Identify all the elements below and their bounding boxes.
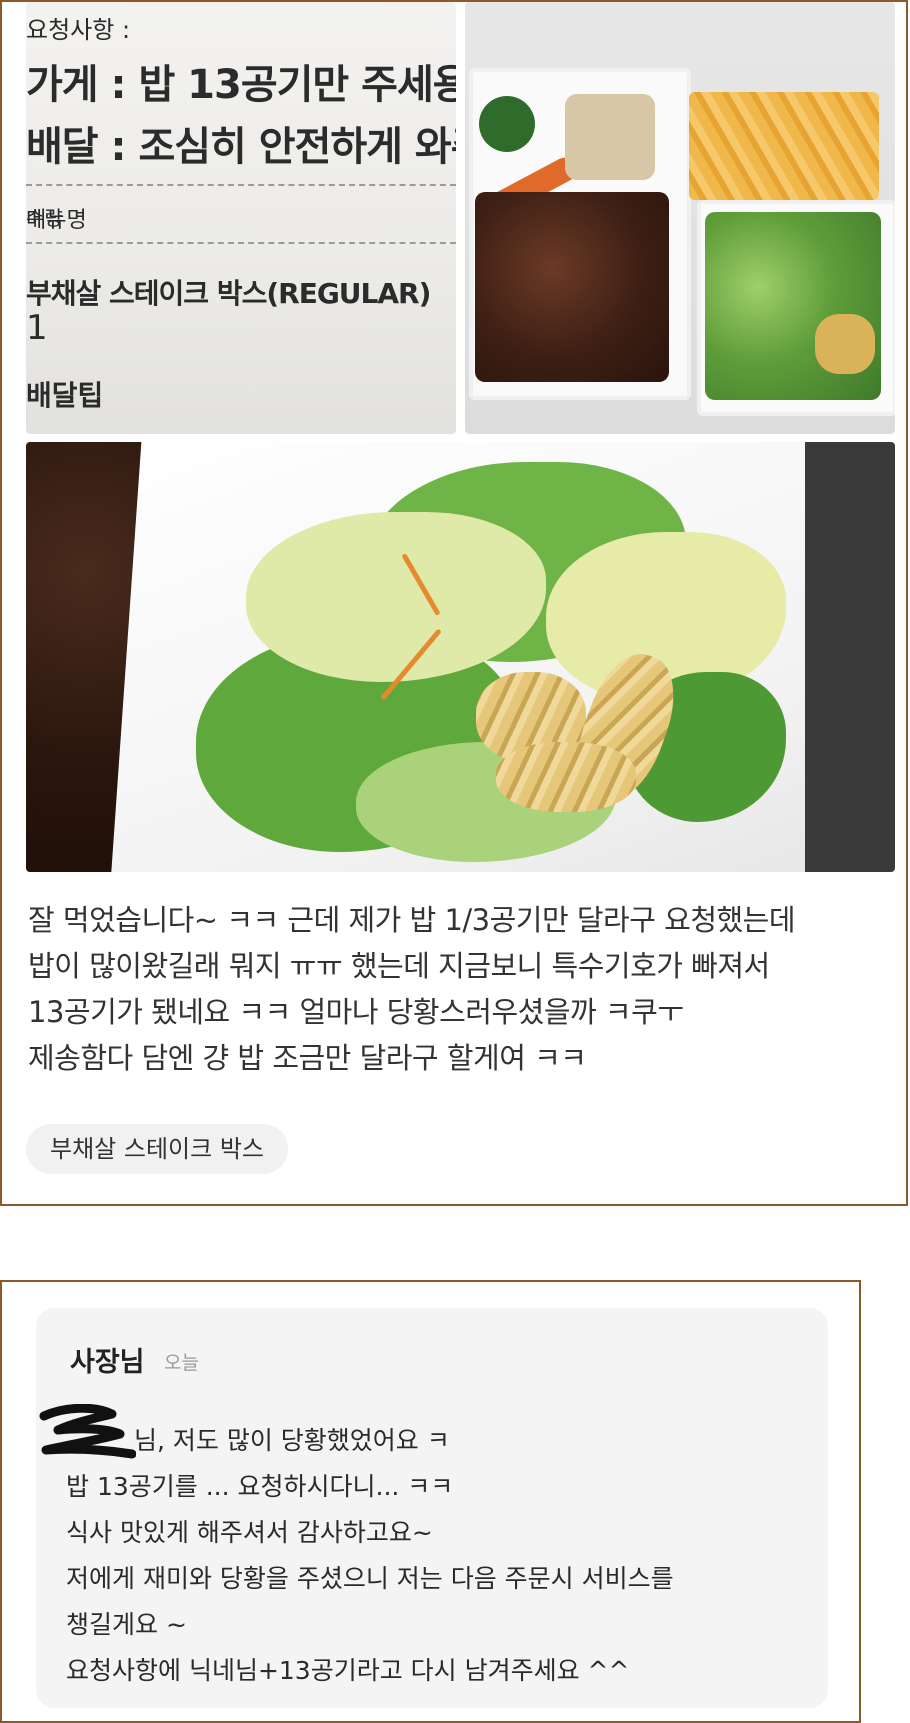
owner-reply-card: 사장님 오늘 님, 저도 많이 당황했었어요 ㅋ 밥 13공기를 ... 요청하… — [0, 1280, 861, 1723]
reply-line: 식사 맛있게 해주셔서 감사하고요~ — [66, 1518, 433, 1547]
review-line: 제송함다 담엔 걍 밥 조금만 달라구 할게여 ㅋㅋ — [28, 1041, 587, 1075]
receipt-qty: 1 — [26, 308, 48, 348]
fries — [689, 92, 879, 200]
reply-line: 밥 13공기를 ... 요청하시다니... ㅋㅋ — [66, 1472, 454, 1501]
receipt-delivery-tip: 배달팁 — [26, 379, 104, 412]
salad-photo[interactable] — [26, 442, 895, 872]
review-line: 밥이 많이왔길래 뭐지 ㅠㅠ 했는데 지금보니 특수기호가 빠져서 — [28, 949, 770, 983]
review-line: 잘 먹었습니다~ ㅋㅋ 근데 제가 밥 1/3공기만 달라구 요청했는데 — [28, 903, 796, 937]
reply-line: 요청사항에 닉네님+13공기라고 다시 남겨주세요 ^^ — [66, 1656, 630, 1685]
receipt-divider — [26, 184, 456, 186]
receipt-item: 부채살 스테이크 박스(REGULAR) — [26, 277, 431, 310]
receipt-delivery-request: 배달 : 조심히 안전하게 와주세요 — [26, 124, 456, 170]
review-line: 13공기가 됐네요 ㅋㅋ 얼마나 당황스러우셨을까 ㅋ쿠ㅜ — [28, 995, 684, 1029]
menu-tag[interactable]: 부채살 스테이크 박스 — [26, 1124, 288, 1174]
reply-line: 챙길게요 ~ — [66, 1610, 187, 1639]
receipt-request-title: 요청사항 : — [26, 16, 131, 44]
roasted-vegetables — [565, 94, 655, 180]
review-text: 잘 먹었습니다~ ㅋㅋ 근데 제가 밥 1/3공기만 달라구 요청했는데 밥이 … — [28, 897, 888, 1081]
receipt-photo[interactable]: 요청사항 : 가게 : 밥 13공기만 주세용 배달 : 조심히 안전하게 와주… — [26, 2, 456, 434]
receipt-qty-header: 수량 — [26, 206, 63, 230]
receipt-store-request: 가게 : 밥 13공기만 주세용 — [26, 62, 456, 108]
reply-text: 님, 저도 많이 당황했었어요 ㅋ 밥 13공기를 ... 요청하시다니... … — [66, 1418, 674, 1694]
pasta — [815, 314, 875, 374]
steak — [475, 192, 669, 382]
review-card: 요청사항 : 가게 : 밥 13공기만 주세용 배달 : 조심히 안전하게 와주… — [0, 0, 908, 1206]
fusilli — [496, 742, 636, 812]
broccoli — [479, 96, 535, 152]
background-dark — [805, 442, 895, 872]
reply-line: 저에게 재미와 당황을 주셨으니 저는 다음 주문시 서비스를 — [66, 1564, 674, 1593]
reply-bubble: 사장님 오늘 님, 저도 많이 당황했었어요 ㅋ 밥 13공기를 ... 요청하… — [36, 1308, 828, 1708]
receipt-divider — [26, 242, 456, 244]
reply-author: 사장님 — [70, 1347, 145, 1378]
steak-box-photo[interactable] — [465, 2, 895, 434]
reply-line: 님, 저도 많이 당황했었어요 ㅋ — [134, 1426, 450, 1455]
reply-time: 오늘 — [164, 1352, 199, 1374]
